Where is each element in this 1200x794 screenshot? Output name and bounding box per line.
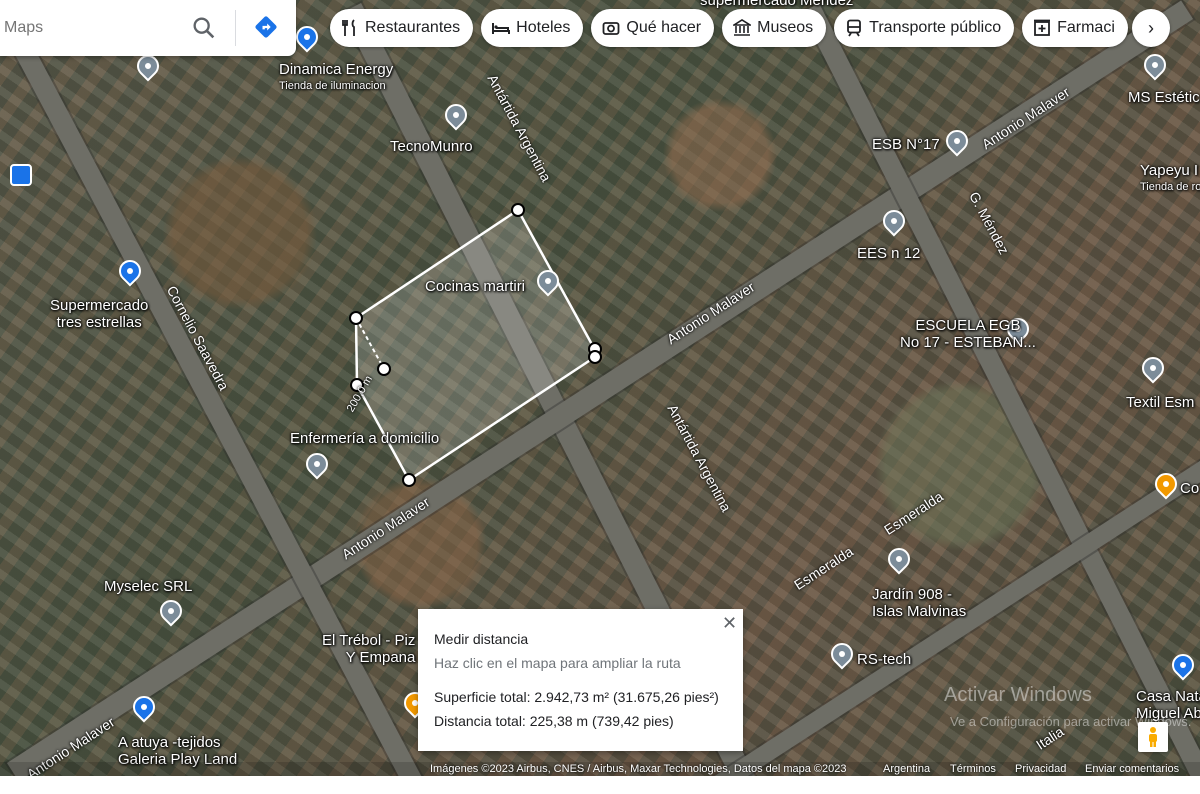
terms-link[interactable]: Términos (950, 762, 996, 776)
place-label[interactable]: TecnoMunro (390, 138, 473, 155)
chip-label: Farmaci (1057, 19, 1115, 36)
pharmacy-icon (1034, 19, 1051, 36)
chip-transporte-publico[interactable]: Transporte público (834, 9, 1015, 47)
category-chips: Restaurantes Hoteles Qué hacer Museos Tr… (330, 9, 1128, 47)
chip-label: Transporte público (869, 19, 1002, 36)
measure-distance-panel: Medir distancia Haz clic en el mapa para… (418, 609, 743, 751)
chip-museos[interactable]: Museos (722, 9, 827, 47)
train-icon (847, 19, 862, 37)
camera-icon (603, 22, 620, 35)
measure-hint: Haz clic en el mapa para ampliar la ruta (434, 655, 681, 671)
place-label[interactable]: Supermercado tres estrellas (50, 297, 148, 331)
place-label[interactable]: Jardín 908 - Islas Malvinas (872, 586, 966, 620)
search-icon[interactable] (190, 14, 218, 42)
measure-vertex[interactable] (402, 473, 416, 487)
measure-vertex[interactable] (377, 362, 391, 376)
measure-area: Superficie total: 2.942,73 m² (31.675,26… (434, 689, 719, 705)
map-footer: Imágenes ©2023 Airbus, CNES / Airbus, Ma… (0, 762, 1200, 776)
fork-knife-icon (342, 19, 355, 36)
search-divider (235, 10, 236, 46)
place-label[interactable]: Yapeyu ITienda de ropa (1140, 162, 1200, 196)
chip-label: Restaurantes (365, 19, 461, 36)
measure-vertex[interactable] (511, 203, 525, 217)
place-label[interactable]: ESB N°17 (872, 136, 940, 153)
bus-stop-icon[interactable] (10, 164, 32, 186)
place-label[interactable]: EES n 12 (857, 245, 920, 262)
chip-label: Museos (757, 19, 814, 36)
country-link[interactable]: Argentina (883, 762, 930, 776)
place-label[interactable]: supermercado Mendez (700, 0, 853, 9)
directions-icon[interactable] (252, 13, 280, 41)
place-label[interactable]: El Trébol - Piz Y Empana (322, 632, 415, 666)
measure-vertex[interactable] (588, 350, 602, 364)
chip-que-hacer[interactable]: Qué hacer (591, 9, 715, 47)
place-label[interactable]: Cocinas martiri (425, 278, 525, 295)
chip-farmacias[interactable]: Farmaci (1022, 9, 1128, 47)
feedback-link[interactable]: Enviar comentarios (1085, 762, 1179, 776)
place-label[interactable]: MS Estétic (1128, 89, 1200, 106)
privacy-link[interactable]: Privacidad (1015, 762, 1066, 776)
chip-label: Qué hacer (626, 19, 702, 36)
place-label[interactable]: Co (1180, 480, 1199, 497)
place-label[interactable]: Myselec SRL (104, 578, 192, 595)
place-label[interactable]: ESCUELA EGB No 17 - ESTEBAN... (900, 317, 1036, 351)
search-input[interactable] (0, 18, 186, 38)
museum-icon (733, 19, 752, 36)
place-label[interactable]: Textil Esm (1126, 394, 1194, 411)
chip-label: Hoteles (516, 19, 571, 36)
pegman-icon[interactable] (1138, 722, 1168, 752)
measure-distance: Distancia total: 225,38 m (739,42 pies) (434, 713, 674, 729)
measure-title: Medir distancia (434, 631, 529, 647)
imagery-attribution: Imágenes ©2023 Airbus, CNES / Airbus, Ma… (430, 763, 847, 775)
bed-icon (492, 23, 511, 34)
place-label[interactable]: Dinamica Energy Tienda de iluminacion (279, 61, 393, 95)
chip-hoteles[interactable]: Hoteles (481, 9, 584, 47)
chips-next-button[interactable]: › (1132, 9, 1170, 47)
place-label[interactable]: RS-tech (857, 651, 911, 668)
place-label[interactable]: Enfermería a domicilio (290, 430, 439, 447)
search-box[interactable] (0, 0, 296, 56)
measure-vertex[interactable] (349, 311, 363, 325)
close-icon[interactable]: ✕ (722, 613, 737, 634)
chip-restaurantes[interactable]: Restaurantes (330, 9, 474, 47)
bottom-strip (0, 776, 1200, 794)
chevron-right-icon: › (1148, 17, 1154, 38)
windows-watermark: Activar Windows (944, 684, 1092, 706)
